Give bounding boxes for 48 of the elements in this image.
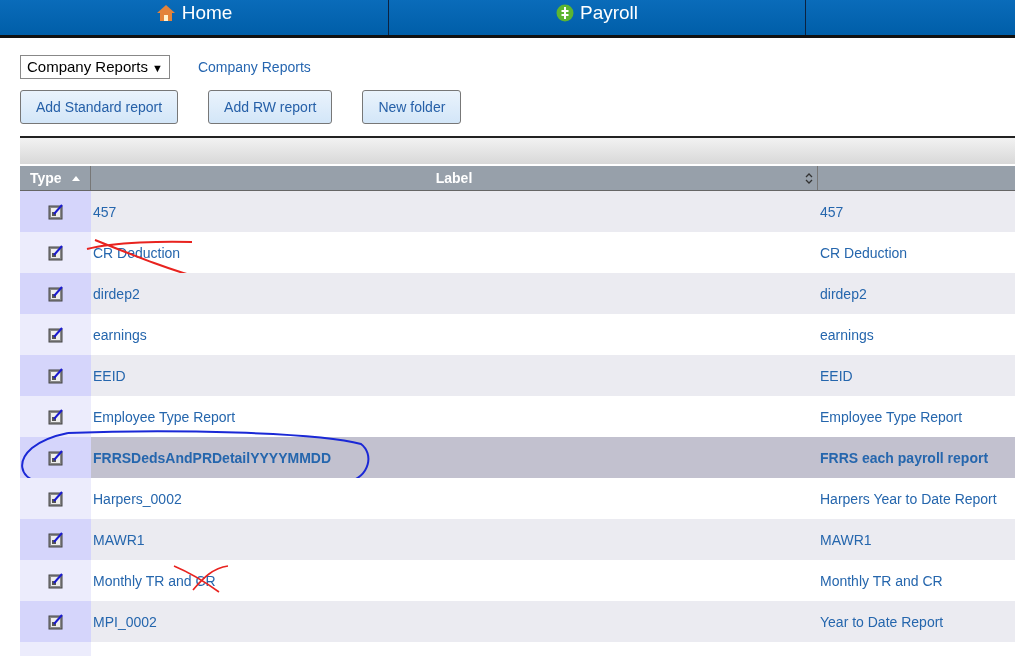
report-description: Harpers Year to Date Report	[820, 490, 997, 507]
house-icon	[155, 4, 176, 22]
report-label-link[interactable]: MPI_0002	[93, 613, 157, 630]
table-row[interactable]: MPI_0002 Year to Date Report	[20, 601, 1015, 642]
report-icon	[47, 490, 64, 507]
report-label-link[interactable]: dirdep2	[93, 285, 140, 302]
report-icon	[47, 244, 64, 261]
report-icon	[47, 408, 64, 425]
toolbar-button[interactable]: New folder	[362, 90, 462, 124]
table-row[interactable]: EEID EEID	[20, 355, 1015, 396]
report-icon	[47, 326, 64, 343]
report-label-link[interactable]: FRRSDedsAndPRDetailYYYYMMDD	[93, 449, 332, 466]
nav-tab[interactable]: Payroll	[555, 2, 639, 24]
report-label-link[interactable]: Employee Type Report	[93, 408, 236, 425]
report-icon	[47, 203, 64, 220]
report-description: dirdep2	[820, 285, 867, 302]
toolbar-button[interactable]: Add RW report	[208, 90, 333, 124]
report-icon	[47, 449, 64, 466]
report-label-link[interactable]: MAWR1	[93, 531, 145, 548]
report-icon	[47, 613, 64, 630]
sort-icon	[805, 172, 813, 184]
table-row[interactable]: MAWR1 MAWR1	[20, 519, 1015, 560]
toolbar-button[interactable]: Add Standard report	[20, 90, 179, 124]
table-row[interactable]: FRRSDedsAndPRDetailYYYYMMDD FRRS each payroll report	[20, 437, 1015, 478]
report-icon	[47, 285, 64, 302]
report-label-link[interactable]: EEID	[93, 367, 126, 384]
report-label-link[interactable]: Harpers_0002	[93, 490, 182, 507]
report-description: Monthly TR and CR	[820, 572, 943, 589]
report-description: earnings	[820, 326, 874, 343]
report-icon	[47, 572, 64, 589]
sort-up-icon	[71, 175, 80, 181]
nav-tab[interactable]: Home	[155, 2, 233, 24]
report-label-link[interactable]: earnings	[93, 326, 147, 343]
table-row[interactable]: 457 457	[20, 191, 1015, 232]
folder-dropdown[interactable]: Company Reports ▼	[20, 55, 170, 79]
report-description: CR Deduction	[820, 244, 908, 261]
report-description: EEID	[820, 367, 853, 384]
report-icon	[47, 367, 64, 384]
table-row[interactable]: dirdep2 dirdep2	[20, 273, 1015, 314]
breadcrumb-link[interactable]: Company Reports	[197, 59, 311, 75]
coin-icon	[555, 4, 574, 22]
report-description: FRRS each payroll report	[820, 449, 989, 466]
report-description: Employee Type Report	[820, 408, 963, 425]
report-description: MAWR1	[820, 531, 872, 548]
report-description: 457	[820, 203, 844, 220]
report-description: Year to Date Report	[820, 613, 944, 630]
report-label-link[interactable]: 457	[93, 203, 117, 220]
report-icon	[47, 531, 64, 548]
